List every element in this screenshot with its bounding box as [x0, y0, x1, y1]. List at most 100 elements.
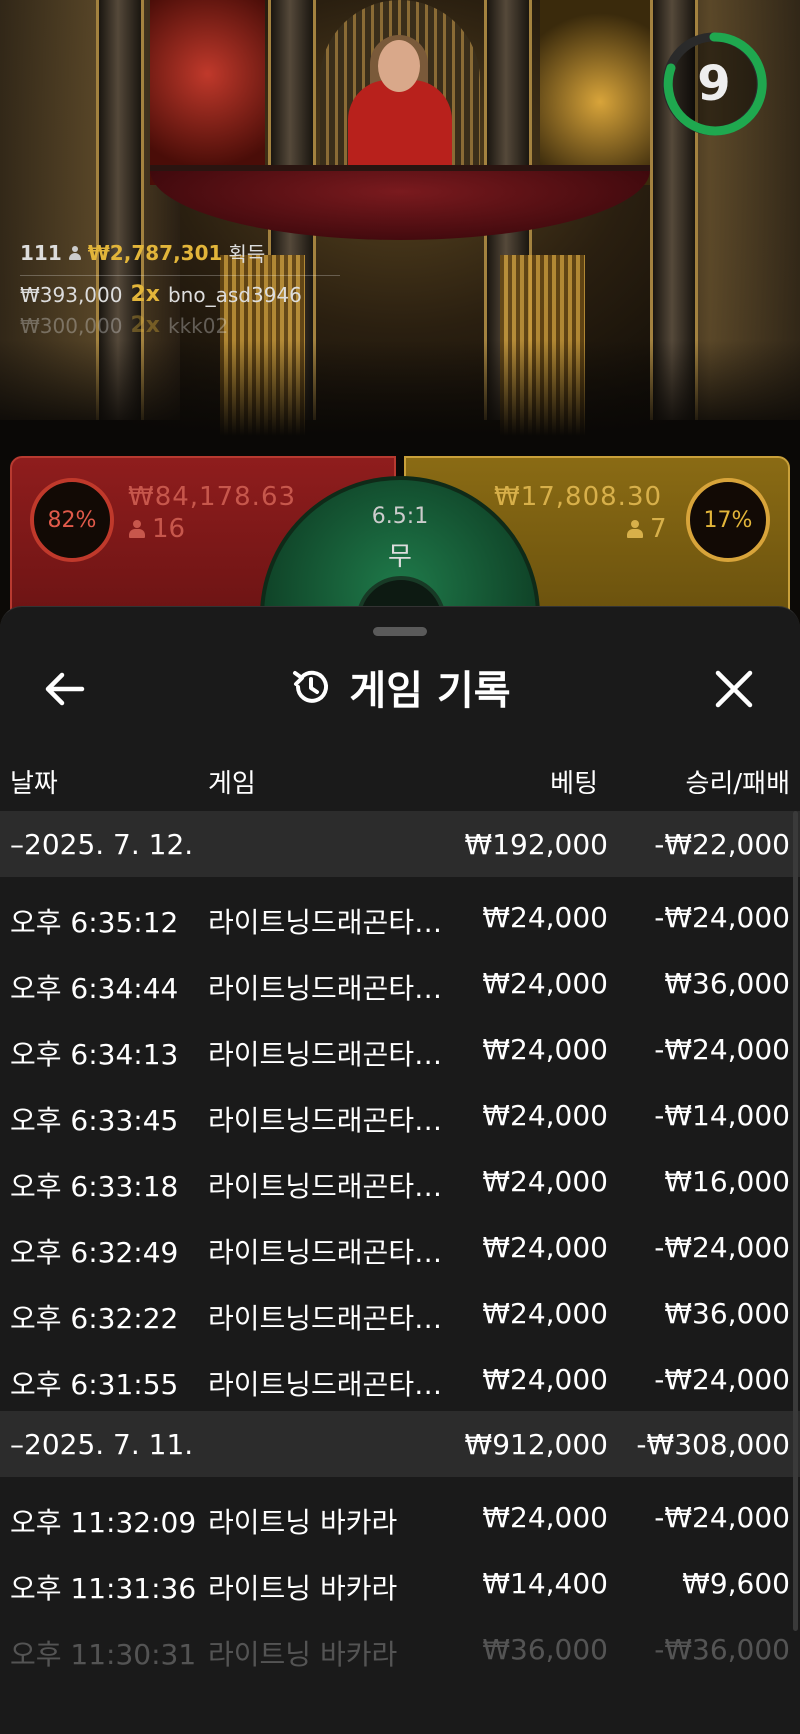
row-game: 라이트닝드래곤타이거	[208, 1368, 450, 1401]
history-icon	[293, 670, 329, 703]
row-time: 오후 11:32:09	[10, 1506, 197, 1539]
sheet-title-group: 게임 기록	[0, 651, 800, 723]
person-icon	[626, 520, 644, 538]
row-result: -₩24,000	[654, 1033, 790, 1066]
close-button[interactable]	[704, 659, 764, 719]
group-total-bet: ₩192,000	[464, 828, 608, 861]
row-result: -₩24,000	[654, 1363, 790, 1396]
betting-board: 82% ₩84,178.63 16 17% ₩17,808.30 7 6.5:1…	[10, 456, 790, 756]
row-bet: ₩36,000	[482, 1633, 608, 1666]
row-result: ₩16,000	[664, 1165, 790, 1198]
history-scrollbar[interactable]	[793, 811, 798, 1631]
row-game: 라이트닝 바카라	[208, 1572, 398, 1605]
row-bet: ₩24,000	[482, 1363, 608, 1396]
table-row[interactable]: 오후 6:34:44 라이트닝드래곤타이거 ₩24,000 ₩36,000	[0, 949, 800, 1015]
sheet-header: 게임 기록	[0, 651, 800, 723]
winner-row: ₩393,000 2x bno_asd3946	[20, 282, 340, 307]
row-result: ₩9,600	[682, 1567, 790, 1600]
person-icon	[128, 520, 146, 538]
tiger-players-value: 7	[650, 514, 667, 544]
winners-overlay: 111 ₩2,787,301 획득 ₩393,000 2x bno_asd394…	[20, 238, 340, 338]
row-result: -₩14,000	[654, 1099, 790, 1132]
winner-count: 111	[20, 240, 62, 265]
dealer-head	[378, 40, 420, 92]
table-row[interactable]: 오후 6:33:18 라이트닝드래곤타이거 ₩24,000 ₩16,000	[0, 1147, 800, 1213]
table-row[interactable]: 오후 6:34:13 라이트닝드래곤타이거 ₩24,000 -₩24,000	[0, 1015, 800, 1081]
tiger-percent: 17%	[686, 478, 770, 562]
winners-summary: 111 ₩2,787,301 획득	[20, 238, 340, 276]
sheet-drag-handle[interactable]	[373, 627, 427, 636]
row-game: 라이트닝드래곤타이거	[208, 906, 450, 939]
row-result: -₩36,000	[654, 1633, 790, 1666]
row-result: ₩36,000	[664, 967, 790, 1000]
row-game: 라이트닝드래곤타이거	[208, 972, 450, 1005]
countdown-value: 9	[697, 56, 731, 112]
row-time: 오후 6:33:45	[10, 1104, 179, 1137]
table-row[interactable]: 오후 11:30:31 라이트닝 바카라 ₩36,000 -₩36,000	[0, 1615, 800, 1681]
group-date: –2025. 7. 11.	[10, 1428, 194, 1461]
row-game: 라이트닝드래곤타이거	[208, 1236, 450, 1269]
table-row[interactable]: 오후 6:31:55 라이트닝드래곤타이거 ₩24,000 -₩24,000	[0, 1345, 800, 1411]
dragon-player-count: 16	[128, 514, 185, 544]
game-table	[150, 165, 650, 240]
tie-label: 무	[388, 542, 412, 572]
row-time: 오후 6:34:13	[10, 1038, 179, 1071]
dragon-panel-image	[150, 0, 265, 185]
row-bet: ₩24,000	[482, 1165, 608, 1198]
row-time: 오후 11:31:36	[10, 1572, 197, 1605]
table-row[interactable]: 오후 6:32:49 라이트닝드래곤타이거 ₩24,000 -₩24,000	[0, 1213, 800, 1279]
table-row[interactable]: 오후 11:31:36 라이트닝 바카라 ₩14,400 ₩9,600	[0, 1549, 800, 1615]
dragon-players-value: 16	[152, 514, 186, 544]
row-bet: ₩24,000	[482, 1099, 608, 1132]
table-row[interactable]: 오후 11:32:09 라이트닝 바카라 ₩24,000 -₩24,000	[0, 1483, 800, 1549]
winner-user: bno_asd3946	[167, 282, 302, 307]
row-time: 오후 6:33:18	[10, 1170, 179, 1203]
winner-multiplier: 2x	[130, 282, 160, 307]
winner-user: kkk02	[167, 313, 229, 338]
video-floor	[0, 340, 800, 460]
row-time: 오후 6:32:49	[10, 1236, 179, 1269]
history-column-headers: 날짜 게임 베팅 승리/패배	[0, 755, 800, 805]
row-time: 오후 11:30:31	[10, 1638, 197, 1671]
tiger-player-count: 7	[626, 514, 667, 544]
countdown-timer: 9	[660, 30, 768, 138]
row-result: -₩24,000	[654, 901, 790, 934]
winners-total-amount: ₩2,787,301	[87, 240, 223, 265]
row-game: 라이트닝드래곤타이거	[208, 1302, 450, 1335]
page-title: 게임 기록	[349, 668, 511, 714]
row-game: 라이트닝드래곤타이거	[208, 1038, 450, 1071]
person-icon	[68, 245, 82, 260]
column-header-bet[interactable]: 베팅	[550, 763, 598, 800]
game-history-sheet: 게임 기록 날짜 게임 베팅 승리/패배 –2025. 7. 12. ₩192,…	[0, 606, 800, 1734]
row-game: 라이트닝드래곤타이거	[208, 1104, 450, 1137]
date-group-header[interactable]: –2025. 7. 12. ₩192,000 -₩22,000	[0, 811, 800, 877]
row-result: -₩24,000	[654, 1501, 790, 1534]
row-game: 라이트닝 바카라	[208, 1506, 398, 1539]
row-game: 라이트닝드래곤타이거	[208, 1170, 450, 1203]
tiger-panel-image	[540, 0, 660, 185]
table-row[interactable]: 오후 6:35:12 라이트닝드래곤타이거 ₩24,000 -₩24,000	[0, 883, 800, 949]
group-total-result: -₩22,000	[654, 828, 790, 861]
table-row[interactable]: 오후 6:33:45 라이트닝드래곤타이거 ₩24,000 -₩14,000	[0, 1081, 800, 1147]
back-button[interactable]	[36, 659, 96, 719]
history-list: –2025. 7. 12. ₩192,000 -₩22,000 오후 6:35:…	[0, 811, 800, 1681]
column-header-game[interactable]: 게임	[208, 763, 256, 800]
row-bet: ₩14,400	[482, 1567, 608, 1600]
table-row[interactable]: 오후 6:32:22 라이트닝드래곤타이거 ₩24,000 ₩36,000	[0, 1279, 800, 1345]
column-header-result[interactable]: 승리/패배	[686, 763, 790, 800]
row-bet: ₩24,000	[482, 1297, 608, 1330]
row-bet: ₩24,000	[482, 1033, 608, 1066]
winner-amount: ₩300,000	[20, 313, 123, 338]
row-time: 오후 6:35:12	[10, 906, 179, 939]
row-time: 오후 6:31:55	[10, 1368, 179, 1401]
row-result: -₩24,000	[654, 1231, 790, 1264]
tie-payout-ratio: 6.5:1	[371, 504, 429, 529]
row-time: 오후 6:34:44	[10, 972, 179, 1005]
close-icon	[715, 670, 753, 708]
row-time: 오후 6:32:22	[10, 1302, 179, 1335]
column-header-date[interactable]: 날짜	[10, 763, 58, 800]
date-group-header[interactable]: –2025. 7. 11. ₩912,000 -₩308,000	[0, 1411, 800, 1477]
row-bet: ₩24,000	[482, 967, 608, 1000]
winners-label: 획득	[228, 242, 266, 266]
row-bet: ₩24,000	[482, 1231, 608, 1264]
